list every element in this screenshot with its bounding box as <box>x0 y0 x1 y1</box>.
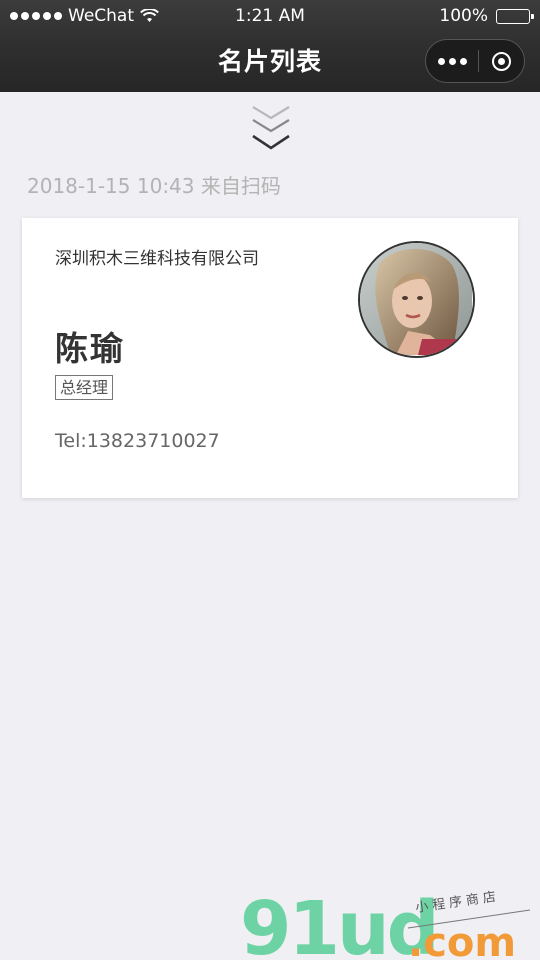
avatar-photo <box>360 243 472 355</box>
phone-number: Tel:13823710027 <box>55 430 220 452</box>
person-name: 陈瑜 <box>55 329 125 368</box>
close-target-icon[interactable] <box>479 40 524 82</box>
battery-percent: 100% <box>439 6 488 26</box>
top-bar: WeChat 1:21 AM 100% 名片列表 <box>0 0 540 92</box>
menu-capsule <box>425 39 525 83</box>
status-bar: WeChat 1:21 AM 100% <box>0 0 540 32</box>
site-watermark: 91ud .com 小程序商店 <box>240 888 531 960</box>
more-dots-icon[interactable] <box>426 40 478 82</box>
status-right: 100% <box>439 6 534 26</box>
chevrons-down-icon[interactable] <box>250 103 292 155</box>
avatar <box>358 241 475 358</box>
business-card[interactable]: 深圳积木三维科技有限公司 陈瑜 总经理 Tel:13823710027 <box>22 218 518 498</box>
company-name: 深圳积木三维科技有限公司 <box>55 249 259 269</box>
record-timestamp: 2018-1-15 10:43 来自扫码 <box>27 174 281 198</box>
battery-icon <box>496 8 534 24</box>
job-title-badge: 总经理 <box>55 375 114 400</box>
